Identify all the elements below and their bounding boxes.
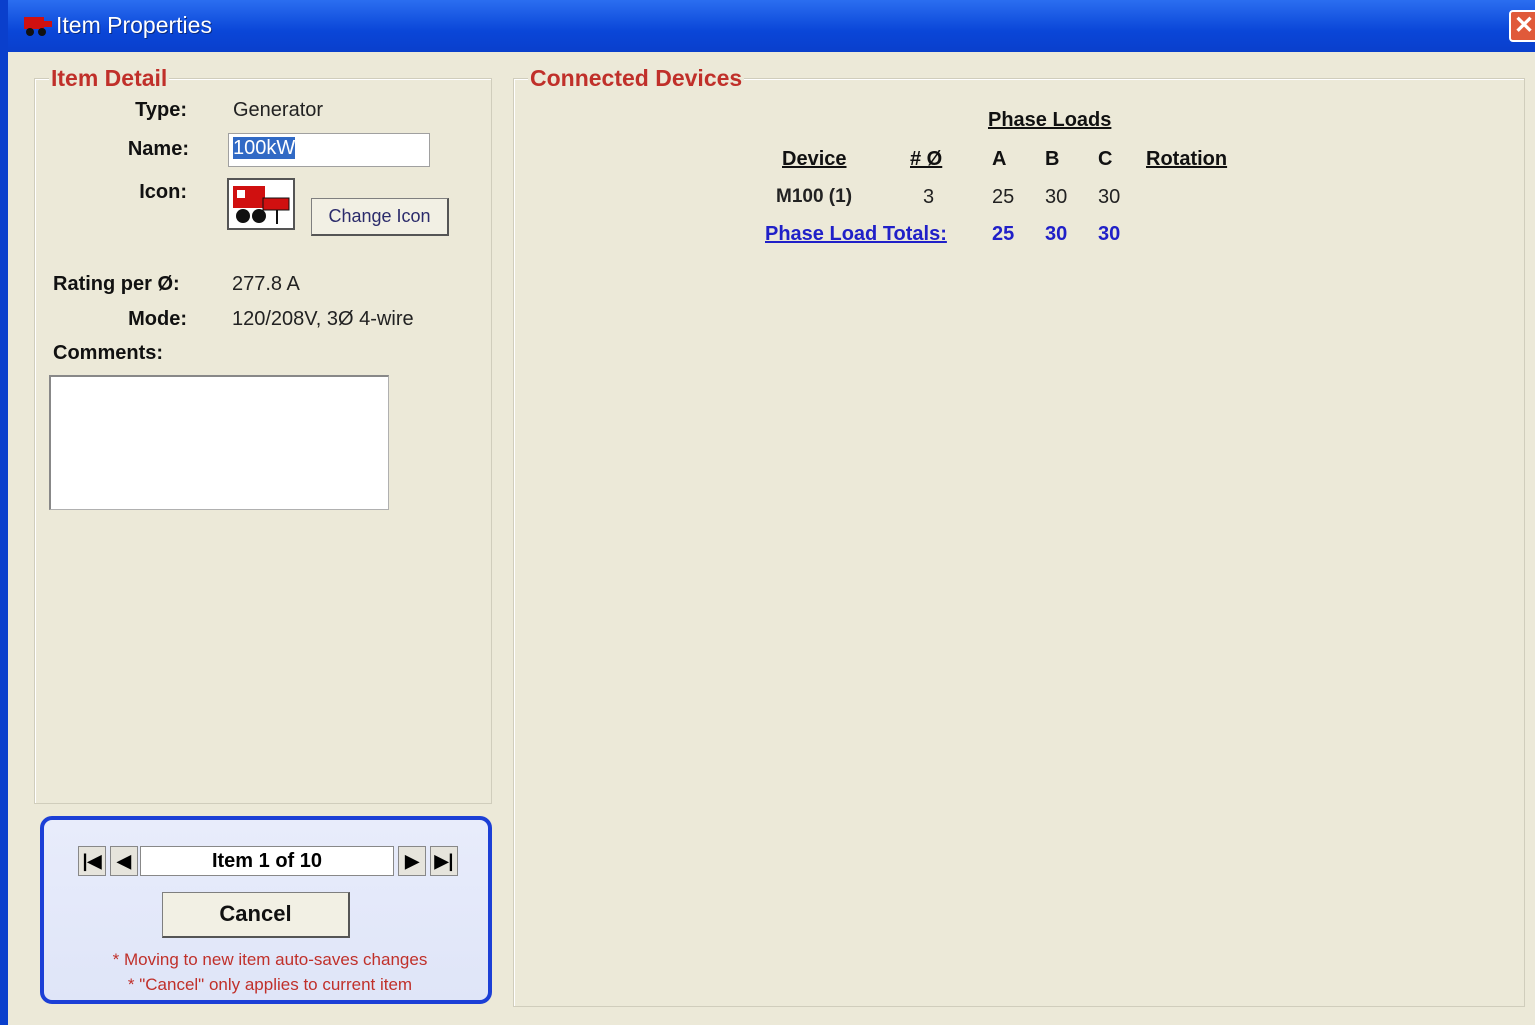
phases-column-header: # Ø: [910, 148, 943, 170]
total-a: 25: [992, 223, 1015, 245]
item-detail-group: Item Detail Type: Generator Name: 100kW …: [34, 65, 492, 804]
total-c: 30: [1098, 223, 1121, 245]
comments-textarea[interactable]: [49, 375, 389, 510]
cancel-note: * "Cancel" only applies to current item: [127, 975, 413, 994]
first-record-button[interactable]: |◀: [78, 846, 106, 876]
table-row-device: M100 (1): [776, 186, 853, 207]
item-properties-window: Item Properties ✕ Item Detail Type: Gene…: [0, 0, 1535, 1025]
item-detail-title: Item Detail: [49, 65, 170, 92]
table-row-phases: 3: [923, 186, 935, 208]
phase-b-header: B: [1045, 148, 1060, 170]
phase-a-header: A: [992, 148, 1007, 170]
total-b: 30: [1045, 223, 1068, 245]
name-label: Name:: [127, 138, 189, 160]
connected-devices-title: Connected Devices: [528, 65, 745, 92]
item-icon-preview: [227, 178, 295, 230]
rating-label: Rating per Ø:: [53, 273, 180, 295]
icon-label: Icon:: [139, 181, 187, 203]
window-title: Item Properties: [56, 12, 212, 38]
generator-icon: [24, 17, 52, 36]
rotation-column-header: Rotation: [1146, 148, 1228, 170]
next-record-button[interactable]: ▶: [398, 846, 426, 876]
close-button[interactable]: ✕: [1509, 10, 1535, 42]
record-position: Item 1 of 10: [140, 846, 394, 876]
type-value: Generator: [233, 99, 324, 121]
name-field-value: 100kW: [233, 137, 296, 159]
table-row-b: 30: [1045, 186, 1068, 208]
cancel-button[interactable]: Cancel: [162, 892, 350, 938]
dialog-body: Item Detail Type: Generator Name: 100kW …: [16, 52, 1535, 1025]
phase-loads-header: Phase Loads: [988, 109, 1112, 131]
comments-label: Comments:: [53, 342, 164, 364]
table-row-a: 25: [992, 186, 1015, 208]
autosave-note: * Moving to new item auto-saves changes: [112, 950, 428, 969]
mode-label: Mode:: [128, 308, 187, 330]
connected-devices-group: Connected Devices Phase Loads Device # Ø…: [513, 65, 1525, 1007]
last-record-button[interactable]: ▶|: [430, 846, 458, 876]
phase-load-totals-link[interactable]: Phase Load Totals:: [765, 223, 947, 246]
record-navigator: |◀ ◀ Item 1 of 10 ▶ ▶| Cancel * Moving t…: [40, 816, 492, 1004]
mode-value: 120/208V, 3Ø 4-wire: [232, 308, 414, 330]
title-bar: Item Properties ✕: [8, 0, 1535, 52]
generator-icon: [233, 186, 290, 224]
prev-record-button[interactable]: ◀: [110, 846, 138, 876]
phase-c-header: C: [1098, 148, 1113, 170]
table-row-c: 30: [1098, 186, 1121, 208]
change-icon-button[interactable]: Change Icon: [311, 198, 449, 236]
device-column-header: Device: [782, 148, 847, 170]
name-field[interactable]: 100kW: [228, 133, 430, 167]
type-label: Type:: [135, 99, 187, 121]
rating-value: 277.8 A: [232, 273, 300, 295]
